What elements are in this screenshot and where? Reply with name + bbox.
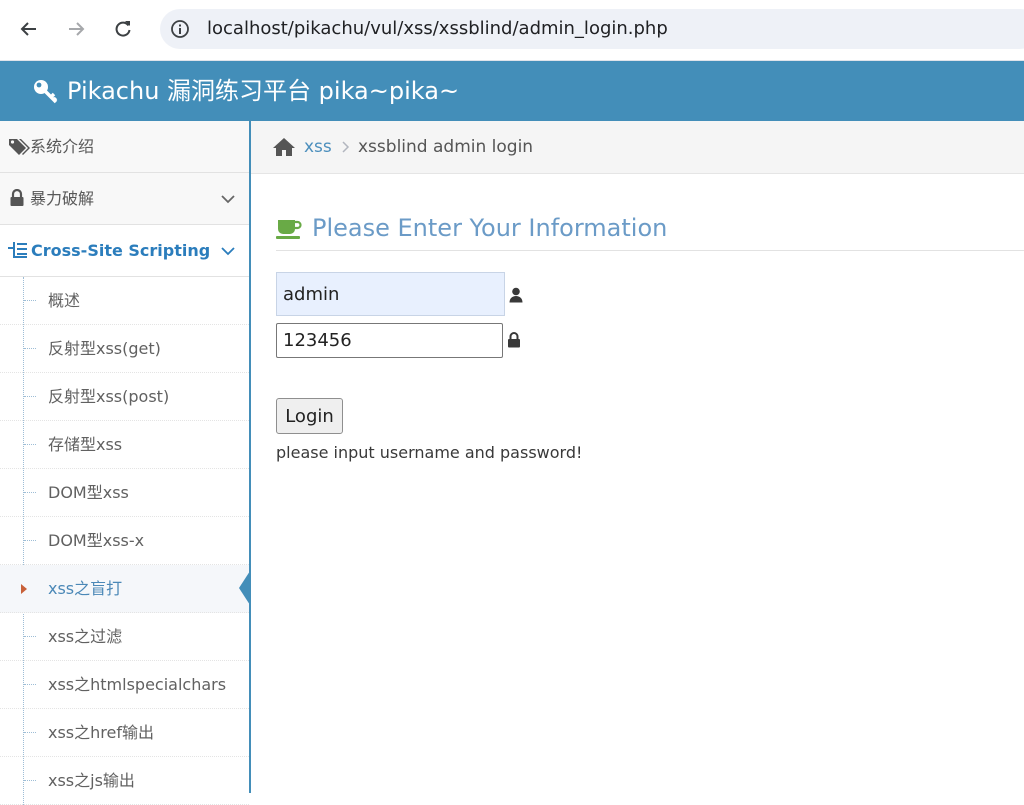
breadcrumb-separator-icon [342,141,350,153]
tree-dash [24,444,36,445]
caret-right-icon [21,584,27,594]
tree-dash [24,540,36,541]
list-tree-icon [8,242,27,258]
address-bar[interactable]: localhost/pikachu/vul/xss/xssblind/admin… [160,9,1024,49]
sidebar-item-label: DOM型xss-x [48,531,145,550]
reload-icon [115,21,131,37]
sidebar-item-label: 系统介绍 [30,137,95,156]
sidebar-item-cross-site-scripting[interactable]: Cross-Site Scripting [0,225,249,277]
sidebar-item-label: 反射型xss(get) [48,339,161,358]
login-button[interactable]: Login [276,398,343,434]
sidebar-item-label: xss之href输出 [48,723,154,742]
tree-dash [24,732,36,733]
breadcrumb-current: xssblind admin login [358,137,534,157]
active-pointer-icon [239,571,250,605]
back-arrow-icon [20,22,36,36]
sidebar-item-label: DOM型xss [48,483,129,502]
sidebar-item-xss-href-output[interactable]: xss之href输出 [0,709,249,757]
sidebar-item-label: 存储型xss [48,435,123,454]
sidebar-item-label: Cross-Site Scripting [31,241,211,260]
sidebar-item-dom-xss-x[interactable]: DOM型xss-x [0,517,249,565]
user-icon [509,287,523,303]
sidebar-item-reflected-xss-get[interactable]: 反射型xss(get) [0,325,249,373]
url-text[interactable]: localhost/pikachu/vul/xss/xssblind/admin… [207,9,668,49]
back-button[interactable] [14,14,44,44]
status-message: please input username and password! [276,443,583,462]
sidebar-item-xss-blind[interactable]: xss之盲打 [0,565,250,613]
xss-submenu: 概述 反射型xss(get) 反射型xss(post) 存储型xss DOM型x… [0,277,250,805]
sidebar: 系统介绍 暴力破解 Cross-Site Scripting 概述 反射型xss… [0,121,251,805]
chevron-down-icon [221,247,235,256]
browser-toolbar: localhost/pikachu/vul/xss/xssblind/admin… [0,0,1024,61]
sidebar-item-label: xss之过滤 [48,627,123,646]
home-icon[interactable] [272,137,296,157]
sidebar-item-xss-overview[interactable]: 概述 [0,277,249,325]
sidebar-item-label: 概述 [48,291,81,310]
tree-dash [24,636,36,637]
sidebar-item-reflected-xss-post[interactable]: 反射型xss(post) [0,373,249,421]
lock-icon [10,189,24,206]
sidebar-item-dom-xss[interactable]: DOM型xss [0,469,249,517]
password-input[interactable] [276,323,503,358]
app-title[interactable]: Pikachu 漏洞练习平台 pika~pika~ [67,61,459,121]
sidebar-item-label: 反射型xss(post) [48,387,170,406]
breadcrumb-link-xss[interactable]: xss [304,121,332,173]
sidebar-item-xss-htmlspecialchars[interactable]: xss之htmlspecialchars [0,661,249,709]
sidebar-item-label: 暴力破解 [30,189,95,208]
app-navbar: Pikachu 漏洞练习平台 pika~pika~ [0,61,1024,121]
tree-dash [24,396,36,397]
sidebar-item-label: xss之盲打 [48,579,123,598]
sidebar-item-system-intro[interactable]: 系统介绍 [0,121,249,173]
sidebar-item-xss-js-output[interactable]: xss之js输出 [0,757,249,805]
breadcrumb: xss xssblind admin login [251,121,1024,174]
sidebar-item-brute-force[interactable]: 暴力破解 [0,173,249,225]
sidebar-item-label: xss之htmlspecialchars [48,675,227,694]
chevron-down-icon [221,195,235,204]
username-input[interactable] [276,272,505,316]
reload-button[interactable] [108,14,138,44]
tree-dash [24,684,36,685]
key-icon [34,80,58,104]
lock-icon [508,332,520,348]
forward-arrow-icon [69,22,85,36]
page-title: Please Enter Your Information [312,214,668,242]
tree-dash [24,300,36,301]
tree-dash [24,492,36,493]
tree-dash [24,780,36,781]
page-header: Please Enter Your Information [276,210,1024,251]
sidebar-item-xss-filter[interactable]: xss之过滤 [0,613,249,661]
coffee-cup-icon [276,220,302,239]
tags-icon [9,139,30,155]
forward-button[interactable] [61,14,91,44]
tree-dash [24,348,36,349]
site-info-icon[interactable] [170,19,190,39]
sidebar-item-label: xss之js输出 [48,771,135,790]
sidebar-item-stored-xss[interactable]: 存储型xss [0,421,249,469]
